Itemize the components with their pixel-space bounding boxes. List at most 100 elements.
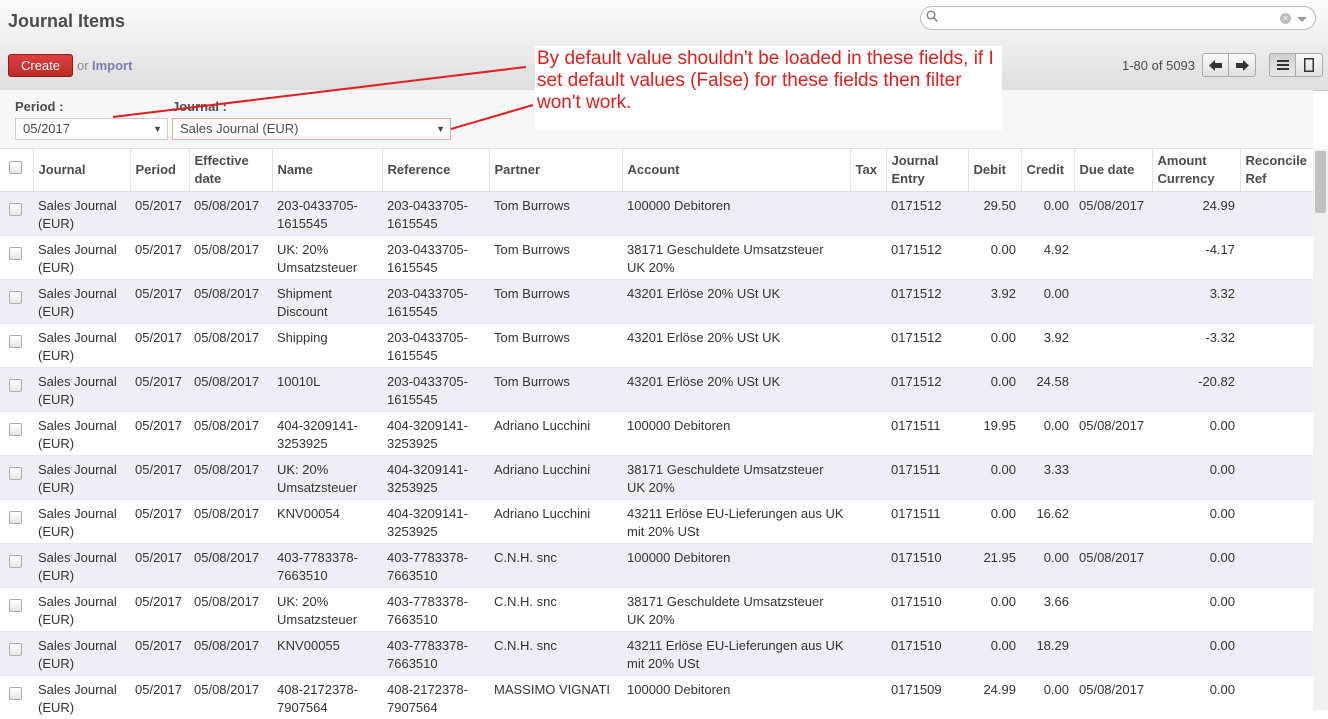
form-view-icon [1304, 58, 1314, 72]
search-options-chevron-icon[interactable] [1297, 17, 1307, 22]
col-header[interactable]: Name [272, 149, 383, 192]
table-cell [850, 454, 886, 499]
create-button[interactable]: Create [8, 54, 73, 77]
col-header[interactable]: Credit [1021, 149, 1075, 192]
pager-value[interactable]: 1-80 of 5093 [1122, 58, 1195, 73]
table-cell: 05/08/2017 [189, 454, 272, 499]
row-checkbox[interactable] [9, 422, 22, 436]
journal-select[interactable]: Sales Journal (EUR) ▼ [172, 118, 451, 140]
col-header[interactable]: Tax [850, 149, 887, 192]
clear-search-icon[interactable]: × [1280, 13, 1291, 24]
table-cell: Sales Journal (EUR) [33, 498, 130, 543]
import-link[interactable]: Import [92, 58, 132, 73]
table-row[interactable]: Sales Journal (EUR) 05/2017 05/08/2017 404-… [0, 410, 1313, 455]
col-header[interactable]: Reconcile Ref [1240, 149, 1314, 192]
row-checkbox[interactable] [9, 290, 22, 304]
table-row[interactable]: Sales Journal (EUR) 05/2017 05/08/2017 UK: … [0, 454, 1313, 499]
row-checkbox-cell[interactable] [0, 234, 33, 279]
table-cell [1240, 498, 1313, 543]
pager-next-button[interactable] [1229, 53, 1256, 77]
col-header[interactable]: Reference [382, 149, 490, 192]
col-header[interactable]: Amount Currency [1152, 149, 1241, 192]
row-checkbox-cell[interactable] [0, 630, 33, 675]
table-row[interactable]: Sales Journal (EUR) 05/2017 05/08/2017 KNV0… [0, 498, 1313, 543]
table-cell: C.N.H. snc [489, 542, 622, 587]
table-cell [850, 630, 886, 675]
period-select[interactable]: 05/2017 ▼ [15, 118, 168, 140]
table-cell: 203-0433705-1615545 [382, 366, 489, 411]
row-checkbox-cell[interactable] [0, 454, 33, 499]
pager-previous-button[interactable] [1202, 53, 1229, 77]
table-cell: 0.00 [968, 366, 1021, 411]
table-cell: 0.00 [1021, 542, 1074, 587]
journal-select-value: Sales Journal (EUR) [180, 121, 299, 136]
table-row[interactable]: Sales Journal (EUR) 05/2017 05/08/2017 UK: … [0, 234, 1313, 279]
table-cell: Sales Journal (EUR) [33, 454, 130, 499]
row-checkbox[interactable] [9, 642, 22, 656]
table-cell [1074, 366, 1152, 411]
row-checkbox[interactable] [9, 334, 22, 348]
col-header[interactable]: Journal [33, 149, 131, 192]
col-header[interactable]: Journal Entry [886, 149, 969, 192]
row-checkbox-cell[interactable] [0, 410, 33, 455]
col-header[interactable]: Debit [968, 149, 1022, 192]
col-header[interactable]: Effective date [189, 149, 273, 192]
col-header[interactable]: Account [622, 149, 851, 192]
row-checkbox-cell[interactable] [0, 586, 33, 631]
table-cell [1074, 278, 1152, 323]
table-cell [1240, 278, 1313, 323]
journal-items-table: Journal Period Effective date Name Refer… [0, 149, 1314, 719]
table-cell [1074, 234, 1152, 279]
row-checkbox[interactable] [9, 686, 22, 700]
row-checkbox-cell[interactable] [0, 498, 33, 543]
col-header[interactable]: Due date [1074, 149, 1153, 192]
row-checkbox[interactable] [9, 510, 22, 524]
vertical-scrollbar[interactable] [1313, 149, 1328, 710]
search-box[interactable]: × [920, 6, 1316, 30]
table-cell [850, 190, 886, 235]
table-row[interactable]: Sales Journal (EUR) 05/2017 05/08/2017 203-… [0, 190, 1313, 235]
row-checkbox-cell[interactable] [0, 674, 33, 719]
table-cell [850, 586, 886, 631]
table-row[interactable]: Sales Journal (EUR) 05/2017 05/08/2017 408-… [0, 674, 1313, 719]
form-view-button[interactable] [1296, 53, 1323, 77]
table-cell: Sales Journal (EUR) [33, 366, 130, 411]
table-cell: 0171512 [886, 278, 968, 323]
row-checkbox-cell[interactable] [0, 278, 33, 323]
table-cell: 05/2017 [130, 630, 189, 675]
table-cell: 4.92 [1021, 234, 1074, 279]
row-checkbox[interactable] [9, 202, 22, 216]
table-row[interactable]: Sales Journal (EUR) 05/2017 05/08/2017 Ship… [0, 322, 1313, 367]
table-row[interactable]: Sales Journal (EUR) 05/2017 05/08/2017 UK: … [0, 586, 1313, 631]
row-checkbox[interactable] [9, 246, 22, 260]
row-checkbox-cell[interactable] [0, 190, 33, 235]
table-cell [1074, 322, 1152, 367]
row-checkbox[interactable] [9, 378, 22, 392]
row-checkbox-cell[interactable] [0, 322, 33, 367]
table-cell: 0171512 [886, 322, 968, 367]
list-view-button[interactable] [1269, 53, 1296, 77]
table-cell: 0171511 [886, 498, 968, 543]
table-cell: 0171512 [886, 234, 968, 279]
table-cell: 38171 Geschuldete Umsatzsteuer UK 20% [622, 586, 850, 631]
table-cell: Shipping [272, 322, 382, 367]
row-checkbox[interactable] [9, 554, 22, 568]
col-header[interactable]: Period [130, 149, 190, 192]
table-cell: 404-3209141-3253925 [382, 498, 489, 543]
row-checkbox[interactable] [9, 466, 22, 480]
table-row[interactable]: Sales Journal (EUR) 05/2017 05/08/2017 Ship… [0, 278, 1313, 323]
col-header[interactable]: Partner [489, 149, 623, 192]
select-all-checkbox[interactable] [9, 160, 22, 174]
table-row[interactable]: Sales Journal (EUR) 05/2017 05/08/2017 403-… [0, 542, 1313, 587]
row-checkbox[interactable] [9, 598, 22, 612]
row-checkbox-cell[interactable] [0, 542, 33, 587]
table-cell: 43201 Erlöse 20% USt UK [622, 278, 850, 323]
table-cell: 408-2172378-7907564 [272, 674, 382, 719]
table-row[interactable]: Sales Journal (EUR) 05/2017 05/08/2017 1001… [0, 366, 1313, 411]
table-cell: 0171509 [886, 674, 968, 719]
row-checkbox-cell[interactable] [0, 366, 33, 411]
scrollbar-thumb[interactable] [1315, 151, 1326, 213]
search-input[interactable] [945, 9, 1279, 29]
table-row[interactable]: Sales Journal (EUR) 05/2017 05/08/2017 KNV0… [0, 630, 1313, 675]
select-all-checkbox-cell[interactable] [0, 149, 34, 192]
